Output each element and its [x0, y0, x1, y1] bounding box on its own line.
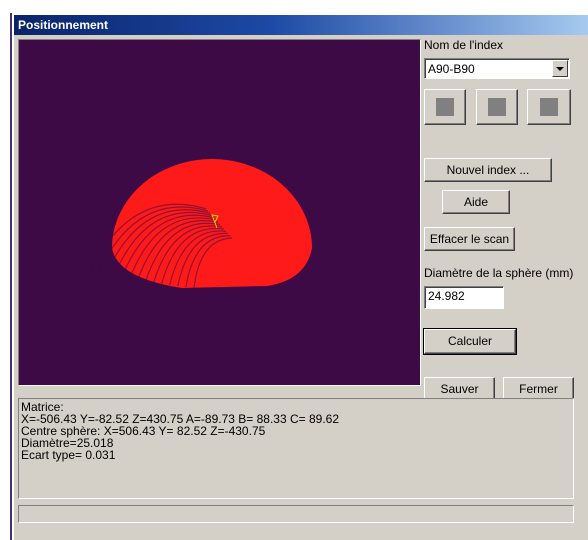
sphere-diameter-input[interactable]: 24.982 [424, 286, 504, 309]
view-button-3[interactable] [527, 89, 571, 125]
square-icon [488, 98, 506, 116]
results-line: Ecart type= 0.031 [21, 448, 116, 462]
results-panel: Matrice: X=-506.43 Y=-82.52 Z=430.75 A=-… [18, 398, 574, 499]
status-bar [18, 505, 574, 523]
index-select-value: A90-B90 [428, 62, 475, 76]
scan-viewport[interactable] [18, 39, 421, 386]
sphere-diameter-label: Diamètre de la sphère (mm) [424, 266, 574, 280]
index-label: Nom de l'index [424, 38, 503, 52]
window-title: Positionnement [14, 15, 588, 35]
square-icon [436, 98, 454, 116]
view-button-2[interactable] [476, 89, 518, 125]
clear-scan-label: Effacer le scan [429, 232, 510, 246]
help-button[interactable]: Aide [442, 190, 510, 214]
help-label: Aide [463, 195, 489, 209]
index-select[interactable]: A90-B90 [424, 58, 570, 79]
compute-label: Calculer [447, 334, 492, 348]
square-icon [540, 98, 558, 116]
chevron-down-icon[interactable] [552, 60, 568, 77]
new-index-label: Nouvel index ... [446, 163, 530, 177]
compute-button[interactable]: Calculer [423, 328, 517, 355]
point-cloud [88, 159, 312, 289]
new-index-button[interactable]: Nouvel index ... [424, 158, 552, 182]
view-button-1[interactable] [424, 89, 466, 125]
clear-scan-button[interactable]: Effacer le scan [424, 227, 515, 251]
